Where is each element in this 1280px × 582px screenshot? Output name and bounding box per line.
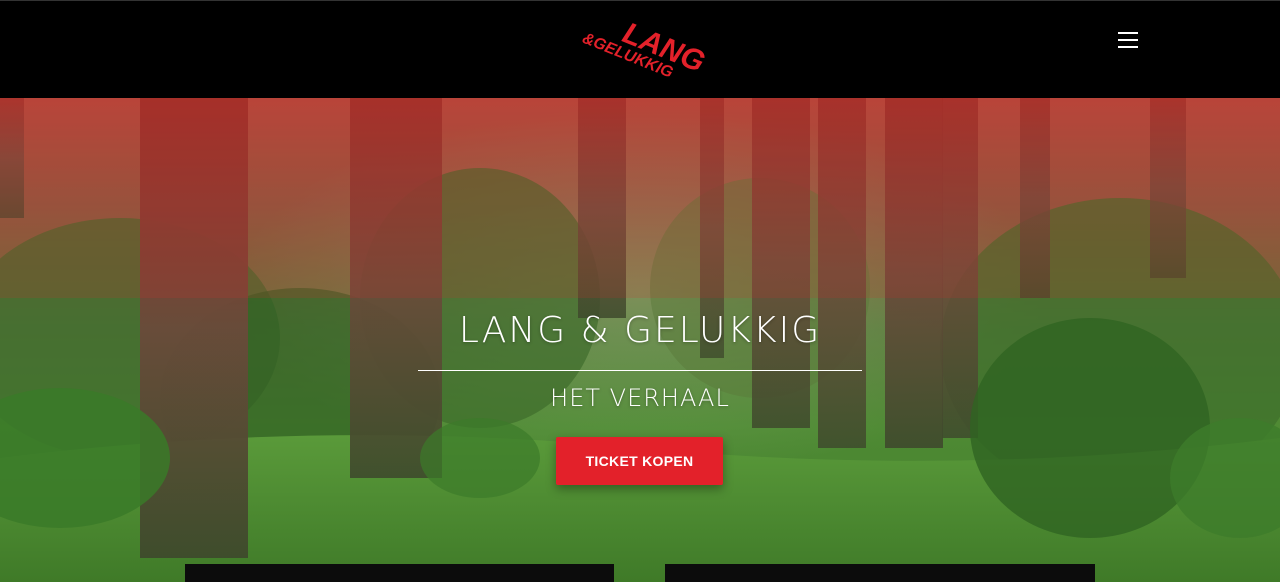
page: LANG &GELUKKIG LANG & GELUKKIG HET VERHA… bbox=[0, 0, 1280, 582]
buy-ticket-button[interactable]: TICKET KOPEN bbox=[556, 437, 723, 485]
site-logo[interactable]: LANG &GELUKKIG bbox=[574, 13, 708, 91]
hamburger-menu-icon[interactable] bbox=[1116, 29, 1142, 51]
lang-gelukkig-logo: LANG &GELUKKIG bbox=[580, 16, 708, 81]
hero-divider bbox=[418, 370, 862, 371]
content-card-left bbox=[185, 564, 614, 582]
hero-subtitle: HET VERHAAL bbox=[550, 384, 730, 412]
hero-section: LANG & GELUKKIG HET VERHAAL TICKET KOPEN bbox=[0, 98, 1280, 582]
content-card-right bbox=[665, 564, 1095, 582]
hero-title: LANG & GELUKKIG bbox=[458, 310, 822, 351]
site-header: LANG &GELUKKIG bbox=[0, 0, 1280, 98]
